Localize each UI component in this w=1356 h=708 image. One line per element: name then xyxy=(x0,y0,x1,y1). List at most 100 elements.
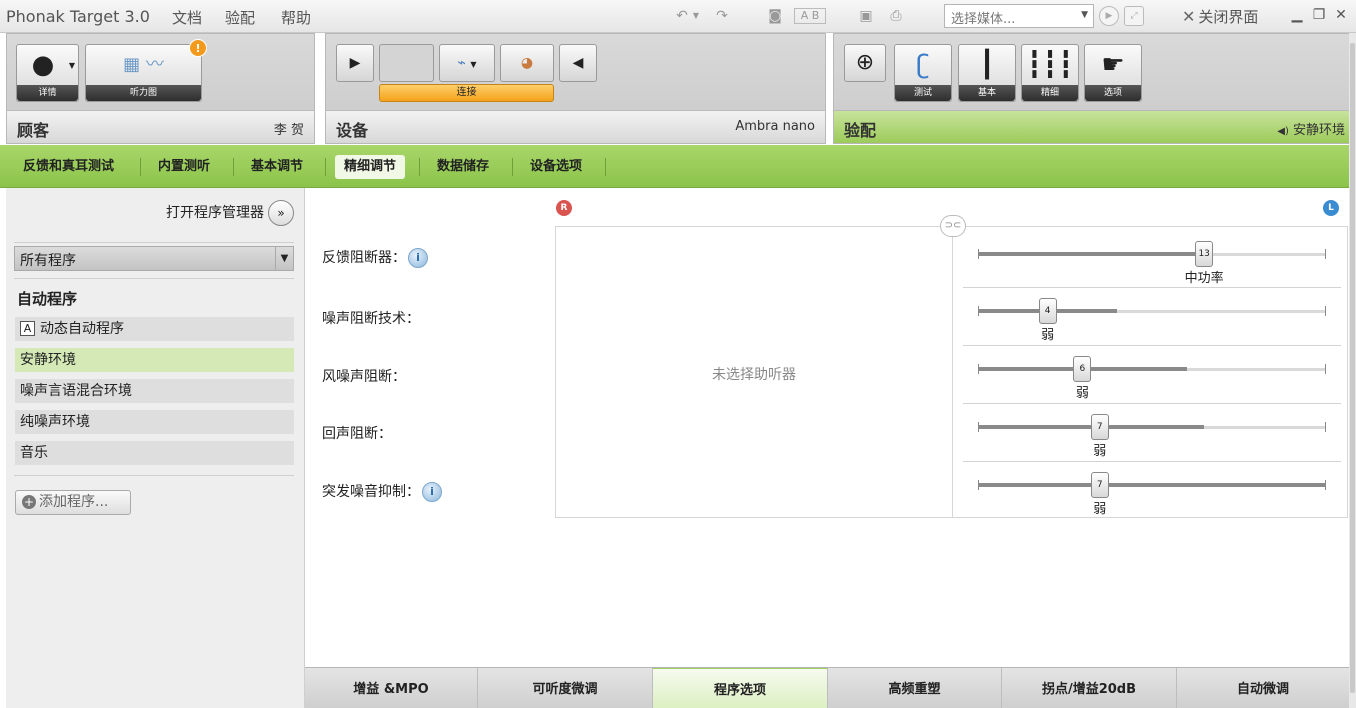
program-sidebar: 打开程序管理器» 所有程序 ▼ 自动程序 A 动态自动程序 安静环境 噪声言语混合… xyxy=(6,188,305,708)
program-dynamic-auto[interactable]: A 动态自动程序 xyxy=(15,317,294,341)
menu-fitting[interactable]: 验配 xyxy=(225,7,255,28)
tab-kneepoint-gain[interactable]: 拐点/增益20dB xyxy=(1002,668,1177,708)
close-ui-button[interactable]: ✕ 关闭界面 xyxy=(1182,6,1258,27)
slider-cap xyxy=(1325,364,1326,374)
warning-badge: ! xyxy=(189,39,207,57)
device-panel: ▶ ⌁ ▼ ◕ ◀ 连接 设备 Ambra nano xyxy=(325,33,826,144)
fit-tab-basic[interactable]: ┃ 基本 xyxy=(958,44,1016,102)
tab-program-options[interactable]: 程序选项 xyxy=(653,668,828,708)
subnav-feedback-rem[interactable]: 反馈和真耳测试 xyxy=(14,155,123,179)
link-ears-icon[interactable]: ⊃⊂ xyxy=(940,215,966,237)
subnav-data-storage[interactable]: 数据储存 xyxy=(428,155,498,179)
tab-audibility[interactable]: 可听度微调 xyxy=(478,668,653,708)
fit-tab-options[interactable]: ☛ 选项 xyxy=(1084,44,1142,102)
close-ui-label: 关闭界面 xyxy=(1198,8,1259,26)
slider-value-label: 中功率 xyxy=(1184,271,1224,286)
ear-icon: ʗ xyxy=(916,50,930,80)
save-icon[interactable]: ▣ xyxy=(856,7,876,25)
tab-auto-tuning[interactable]: 自动微调 xyxy=(1177,668,1349,708)
menu-document[interactable]: 文档 xyxy=(172,7,202,28)
slider-sudden-noise[interactable]: 7 弱 xyxy=(978,472,1326,517)
sidebar-divider xyxy=(14,278,294,279)
slider-thumb[interactable]: 4 xyxy=(1038,298,1057,324)
slider-thumb[interactable]: 6 xyxy=(1073,356,1092,382)
slider-echo-block[interactable]: 7 弱 xyxy=(978,414,1326,459)
app-title: Phonak Target 3.0 xyxy=(6,7,150,26)
camera-icon[interactable]: ◙ xyxy=(765,7,785,25)
program-filter-select[interactable]: 所有程序 ▼ xyxy=(14,246,294,271)
undo-icon[interactable]: ↶ xyxy=(672,7,692,25)
speaker-icon: ◀ xyxy=(572,55,584,71)
hearing-aid-button[interactable]: ◕ xyxy=(500,44,554,82)
open-program-manager-button[interactable]: 打开程序管理器» xyxy=(166,200,294,226)
row-separator xyxy=(963,287,1341,288)
subnav-basic-tuning[interactable]: 基本调节 xyxy=(242,155,312,179)
ab-compare-icon[interactable]: A B xyxy=(794,8,826,24)
feature-label-text: 反馈阻断器： xyxy=(322,250,406,266)
media-select[interactable]: 选择媒体... ▼ xyxy=(944,4,1094,28)
hearing-aid-icon: ◕ xyxy=(520,55,534,71)
slider-thumb[interactable]: 13 xyxy=(1195,241,1214,267)
fit-fine-label: 精细 xyxy=(1022,85,1078,101)
vertical-scrollbar[interactable] xyxy=(1349,33,1356,708)
redo-icon[interactable]: ↷ xyxy=(712,7,732,25)
program-label: 音乐 xyxy=(20,445,48,461)
slider-cap xyxy=(1325,306,1326,316)
feature-label-noise-block: 噪声阻断技术： xyxy=(322,308,420,328)
sidebar-divider xyxy=(14,475,294,476)
scrollbar-thumb[interactable] xyxy=(1350,43,1355,693)
program-quiet[interactable]: 安静环境 xyxy=(15,348,294,372)
play-media-icon[interactable]: ▶ xyxy=(1099,6,1119,26)
details-button[interactable]: ● ▼ 详情 xyxy=(16,44,79,102)
subnav-in-situ[interactable]: 内置测听 xyxy=(149,155,219,179)
program-filter-value: 所有程序 xyxy=(20,253,76,269)
slider-fill xyxy=(978,252,1205,256)
sliders-icon: ┇┇┇ xyxy=(1026,50,1074,80)
slider-cap xyxy=(1325,249,1326,259)
subnav-separator xyxy=(325,158,326,176)
device-slot-button[interactable] xyxy=(379,44,434,82)
slider-noise-block[interactable]: 4 弱 xyxy=(978,298,1326,343)
program-noise[interactable]: 纯噪声环境 xyxy=(15,410,294,434)
add-program-button[interactable]: + 添加程序... xyxy=(15,490,131,515)
tab-frequency-compression[interactable]: 高频重塑 xyxy=(828,668,1002,708)
program-music[interactable]: 音乐 xyxy=(15,441,294,465)
fit-tab-fine[interactable]: ┇┇┇ 精细 xyxy=(1021,44,1079,102)
close-icon: ✕ xyxy=(1182,7,1196,26)
target-icon: ⊕ xyxy=(855,50,875,75)
restore-icon[interactable]: ❐ xyxy=(1310,6,1328,24)
feature-label-echo-block: 回声阻断： xyxy=(322,423,392,443)
slider-value-label: 弱 xyxy=(1093,444,1107,459)
programmer-select-button[interactable]: ⌁ ▼ xyxy=(439,44,495,82)
menu-help[interactable]: 帮助 xyxy=(281,7,311,28)
fitting-panel-header: 验配 ◀) 安静环境 xyxy=(834,110,1355,143)
speaker-button[interactable]: ◀ xyxy=(559,44,597,82)
connect-button[interactable]: 连接 xyxy=(379,84,554,102)
row-separator xyxy=(963,461,1341,462)
slider-value-label: 弱 xyxy=(1075,386,1089,401)
person-icon: ● xyxy=(31,50,55,80)
minimize-icon[interactable]: ▁ xyxy=(1288,6,1306,24)
subnav-device-options[interactable]: 设备选项 xyxy=(521,155,591,179)
tab-gain-mpo[interactable]: 增益 &MPO xyxy=(305,668,478,708)
window-close-icon[interactable]: ✕ xyxy=(1332,6,1350,24)
info-icon[interactable]: i xyxy=(422,482,442,502)
slider-thumb[interactable]: 7 xyxy=(1090,414,1109,440)
subnav-fine-tuning[interactable]: 精细调节 xyxy=(335,155,406,179)
subnav-separator xyxy=(419,158,420,176)
undo-dropdown-icon[interactable]: ▼ xyxy=(690,7,702,25)
audiogram-button[interactable]: ▦ 〰 听力图 ! xyxy=(85,39,207,102)
current-program-name: 安静环境 xyxy=(1292,123,1345,138)
target-button[interactable]: ⊕ xyxy=(844,44,886,82)
audiogram-icon: ▦ 〰 xyxy=(123,54,164,75)
play-button[interactable]: ▶ xyxy=(336,44,374,82)
details-label: 详情 xyxy=(17,85,78,101)
print-icon[interactable]: ⎙ xyxy=(886,7,906,25)
slider-wind-block[interactable]: 6 弱 xyxy=(978,356,1326,401)
fit-tab-test[interactable]: ʗ 测试 xyxy=(894,44,952,102)
program-speech-in-noise[interactable]: 噪声言语混合环境 xyxy=(15,379,294,403)
slider-thumb[interactable]: 7 xyxy=(1090,472,1109,498)
slider-feedback[interactable]: 13 中功率 xyxy=(978,241,1326,286)
expand-icon[interactable]: ⤢ xyxy=(1124,6,1144,26)
info-icon[interactable]: i xyxy=(408,248,428,268)
